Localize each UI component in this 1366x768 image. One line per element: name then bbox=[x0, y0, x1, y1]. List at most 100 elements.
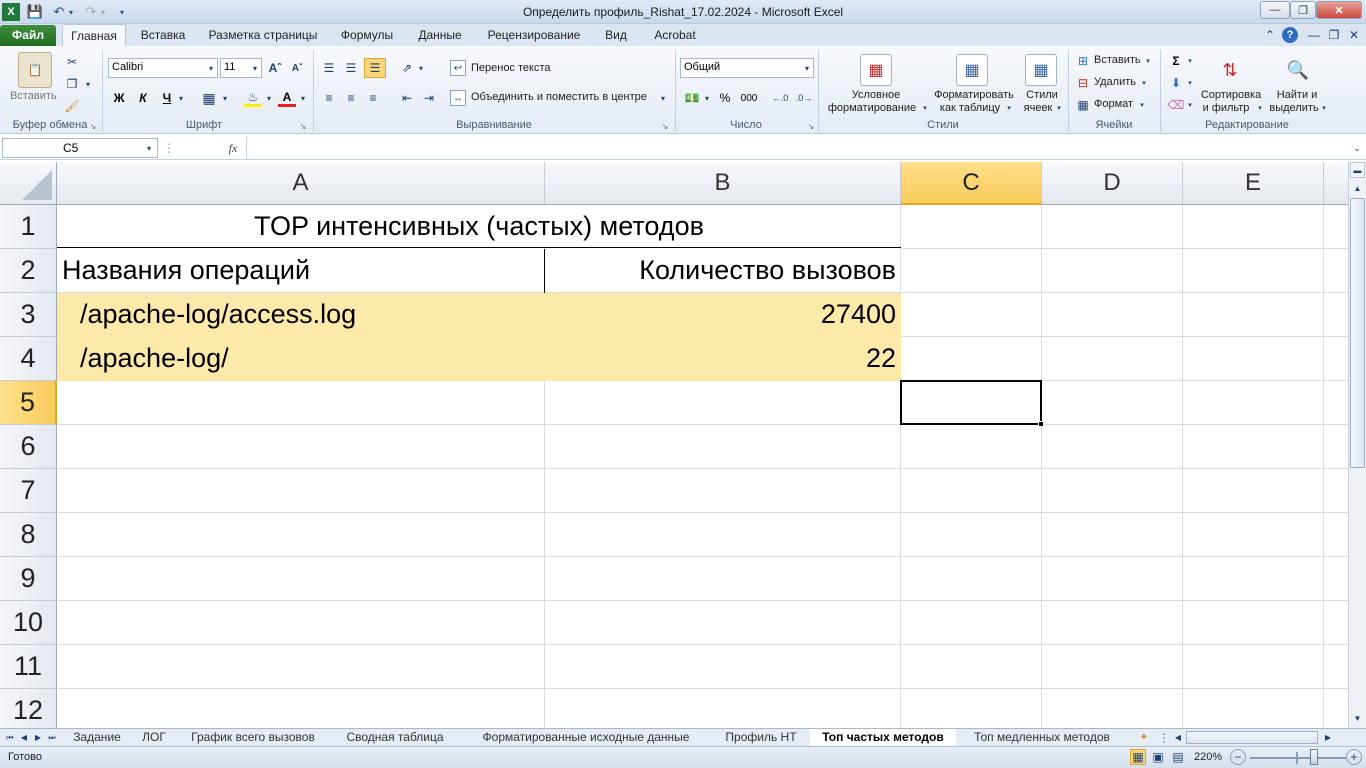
select-all-corner[interactable] bbox=[0, 162, 57, 205]
row-header-6[interactable]: 6 bbox=[0, 425, 57, 469]
sort-filter-label-2[interactable]: и фильтр bbox=[1196, 102, 1256, 114]
hscroll-right-icon[interactable]: ▶ bbox=[1322, 730, 1334, 745]
percent-button[interactable]: % bbox=[716, 89, 734, 107]
row-header-2[interactable]: 2 bbox=[0, 249, 57, 293]
decrease-indent-icon[interactable]: ⇤ bbox=[398, 88, 416, 108]
italic-button[interactable]: К bbox=[134, 89, 152, 107]
font-size-dropdown-icon[interactable]: ▾ bbox=[250, 62, 260, 74]
align-top-icon[interactable]: ☰ bbox=[320, 58, 338, 78]
row-header-3[interactable]: 3 bbox=[0, 293, 57, 337]
row-header-5[interactable]: 5 bbox=[0, 381, 57, 425]
row-header-8[interactable]: 8 bbox=[0, 513, 57, 557]
sheet-tab-pivot[interactable]: Сводная таблица bbox=[336, 729, 454, 746]
tab-acrobat[interactable]: Acrobat bbox=[642, 24, 708, 46]
sheet-tab-all-calls-chart[interactable]: График всего вызовов bbox=[182, 729, 324, 746]
borders-icon[interactable]: ▦ bbox=[200, 89, 218, 107]
prev-sheet-icon[interactable]: ◀ bbox=[18, 730, 30, 745]
find-select-label-2[interactable]: выделить bbox=[1266, 102, 1322, 114]
format-cells-button[interactable]: Формат bbox=[1094, 98, 1133, 110]
format-as-table-label-2[interactable]: как таблицу bbox=[926, 102, 1014, 114]
page-break-view-icon[interactable]: ▤ bbox=[1170, 749, 1186, 765]
scroll-down-icon[interactable]: ▼ bbox=[1350, 710, 1365, 726]
tab-data[interactable]: Данные bbox=[408, 24, 472, 46]
shrink-font-icon[interactable]: Aˇ bbox=[288, 59, 306, 77]
borders-dropdown-icon[interactable]: ▾ bbox=[220, 89, 230, 107]
font-color-icon[interactable]: A bbox=[278, 89, 296, 107]
insert-cells-dropdown-icon[interactable]: ▾ bbox=[1144, 54, 1152, 68]
currency-dropdown-icon[interactable]: ▾ bbox=[702, 89, 712, 107]
tab-home[interactable]: Главная bbox=[62, 24, 126, 46]
tab-insert[interactable]: Вставка bbox=[132, 24, 194, 46]
number-format-dropdown-icon[interactable]: ▾ bbox=[802, 62, 812, 74]
number-format-combo[interactable]: Общий bbox=[680, 58, 814, 78]
find-select-icon[interactable]: 🔍 bbox=[1282, 54, 1314, 86]
tab-split-handle-icon[interactable]: ⋮ bbox=[1158, 730, 1170, 745]
row-header-7[interactable]: 7 bbox=[0, 469, 57, 513]
header-operations-cell[interactable]: Названия операций bbox=[62, 249, 542, 292]
minimize-ribbon-icon[interactable]: ⌃ bbox=[1262, 27, 1278, 43]
fill-color-dropdown-icon[interactable]: ▾ bbox=[264, 89, 274, 107]
grow-font-icon[interactable]: Aˆ bbox=[266, 59, 284, 77]
page-layout-view-icon[interactable]: ▣ bbox=[1150, 749, 1166, 765]
delete-cells-button[interactable]: Удалить bbox=[1094, 76, 1136, 88]
doc-restore-icon[interactable]: ❐ bbox=[1326, 27, 1342, 43]
column-header-e[interactable]: E bbox=[1183, 162, 1324, 205]
tab-view[interactable]: Вид bbox=[596, 24, 636, 46]
operation-name-cell[interactable]: /apache-log/access.log bbox=[80, 293, 540, 336]
help-icon[interactable]: ? bbox=[1282, 27, 1298, 43]
format-painter-icon[interactable]: 🖌 bbox=[64, 98, 80, 114]
merge-center-button[interactable]: Объединить и поместить в центре bbox=[471, 91, 647, 103]
increase-indent-icon[interactable]: ⇥ bbox=[420, 88, 438, 108]
currency-icon[interactable]: 💵 bbox=[683, 89, 701, 107]
call-count-cell[interactable]: 22 bbox=[546, 337, 896, 380]
font-name-combo[interactable]: Calibri bbox=[108, 58, 218, 78]
fill-icon[interactable]: ⬇ bbox=[1168, 75, 1184, 91]
zoom-slider-track[interactable] bbox=[1250, 757, 1346, 759]
sheet-tab-assignment[interactable]: Задание bbox=[68, 729, 126, 746]
call-count-cell[interactable]: 27400 bbox=[546, 293, 896, 336]
align-middle-icon[interactable]: ☰ bbox=[342, 58, 360, 78]
delete-cells-dropdown-icon[interactable]: ▾ bbox=[1140, 76, 1148, 90]
first-sheet-icon[interactable]: ⏮ bbox=[4, 730, 16, 745]
font-launcher-icon[interactable]: ↘ bbox=[298, 121, 308, 131]
sheet-tab-log[interactable]: ЛОГ bbox=[136, 729, 172, 746]
expand-formula-bar-icon[interactable]: ⌄ bbox=[1350, 139, 1364, 157]
sort-filter-dropdown-icon[interactable]: ▾ bbox=[1256, 102, 1264, 114]
row-header-11[interactable]: 11 bbox=[0, 645, 57, 689]
font-name-dropdown-icon[interactable]: ▾ bbox=[206, 62, 216, 74]
autosum-dropdown-icon[interactable]: ▾ bbox=[1186, 54, 1194, 68]
close-button[interactable]: ✕ bbox=[1316, 1, 1362, 19]
row-header-12[interactable]: 12 bbox=[0, 689, 57, 728]
fill-color-icon[interactable]: ♨ bbox=[244, 89, 262, 107]
wrap-text-icon[interactable]: ↩ bbox=[450, 60, 466, 76]
last-sheet-icon[interactable]: ⏭ bbox=[46, 730, 58, 745]
delete-cells-icon[interactable]: ⊟ bbox=[1075, 75, 1091, 91]
format-as-table-icon[interactable]: ▦ bbox=[956, 54, 988, 86]
name-box-dropdown-icon[interactable]: ▾ bbox=[144, 141, 154, 155]
paste-button[interactable]: Вставить bbox=[10, 90, 57, 102]
font-color-dropdown-icon[interactable]: ▾ bbox=[298, 89, 308, 107]
conditional-formatting-label-1[interactable]: Условное bbox=[826, 89, 926, 101]
align-left-icon[interactable]: ≡ bbox=[320, 88, 338, 108]
copy-icon[interactable]: ❐ bbox=[64, 76, 80, 92]
find-select-dropdown-icon[interactable]: ▾ bbox=[1320, 102, 1328, 114]
thousands-button[interactable]: 000 bbox=[738, 89, 760, 107]
vertical-scrollbar[interactable]: ▬ ▲ ▼ bbox=[1348, 162, 1366, 728]
operation-name-cell[interactable]: /apache-log/ bbox=[80, 337, 540, 380]
orientation-icon[interactable]: ⇗ bbox=[398, 58, 416, 78]
insert-function-button[interactable]: fx bbox=[224, 139, 242, 157]
column-header-d[interactable]: D bbox=[1042, 162, 1183, 205]
tab-formulas[interactable]: Формулы bbox=[332, 24, 402, 46]
sheet-tab-top-slow[interactable]: Топ медленных методов bbox=[964, 729, 1120, 746]
cell-styles-icon[interactable]: ▦ bbox=[1025, 54, 1057, 86]
insert-sheet-icon[interactable]: ✦ bbox=[1136, 730, 1152, 745]
alignment-launcher-icon[interactable]: ↘ bbox=[660, 121, 670, 131]
conditional-formatting-icon[interactable]: ▦ bbox=[860, 54, 892, 86]
split-box-icon[interactable]: ▬ bbox=[1350, 162, 1365, 178]
zoom-out-icon[interactable]: − bbox=[1230, 749, 1246, 765]
row-header-10[interactable]: 10 bbox=[0, 601, 57, 645]
row-header-9[interactable]: 9 bbox=[0, 557, 57, 601]
hscroll-thumb[interactable] bbox=[1186, 731, 1318, 744]
zoom-in-icon[interactable]: + bbox=[1346, 749, 1362, 765]
decrease-decimal-icon[interactable]: .0→ bbox=[794, 89, 814, 107]
